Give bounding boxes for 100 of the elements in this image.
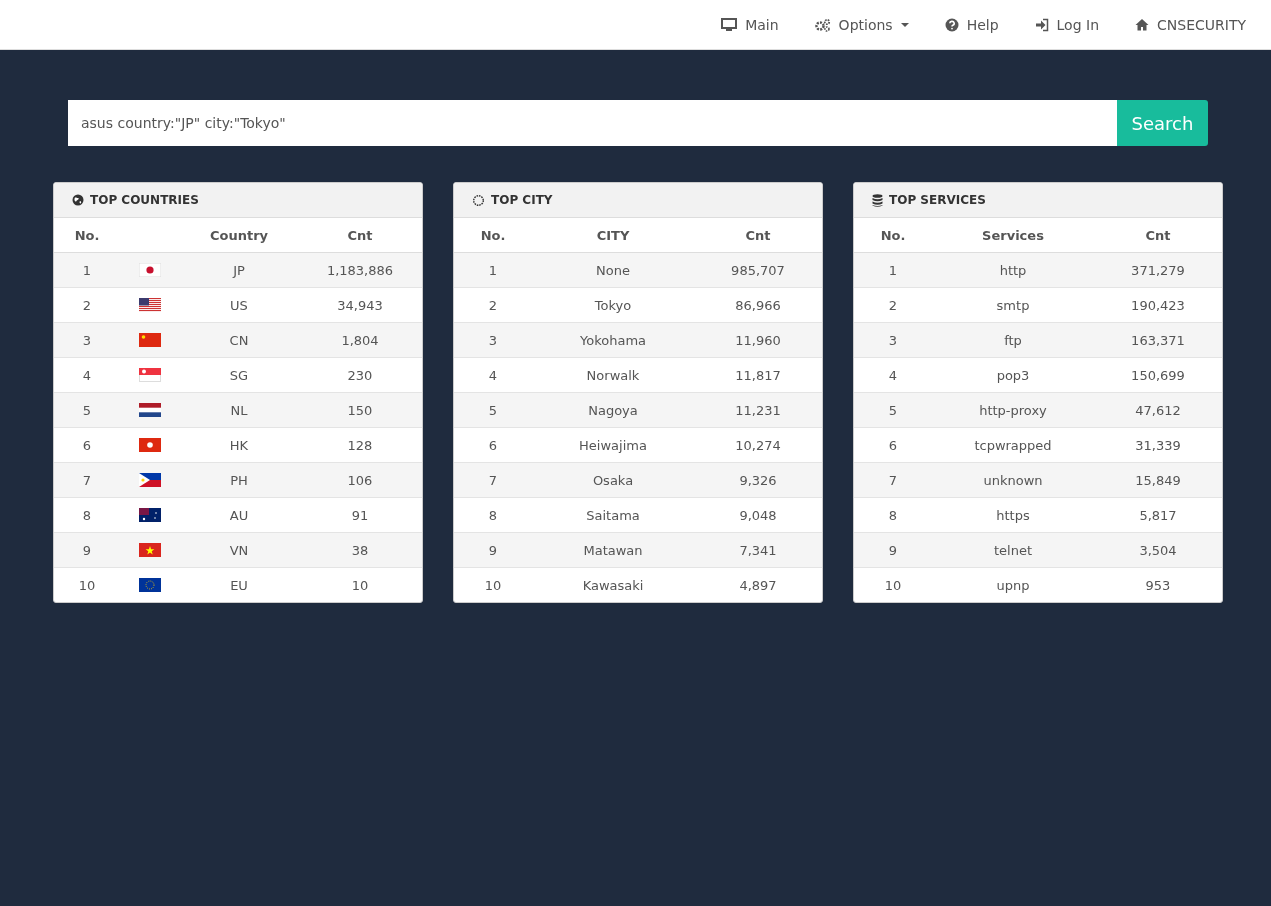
nav-link[interactable]: Main [706, 16, 794, 33]
table-cell-text: 128 [346, 437, 374, 453]
table-cell-text: Saitama [585, 507, 641, 523]
table-cell-text: Matawan [582, 542, 644, 558]
table-cell-text: upnp [995, 577, 1031, 593]
table-cell-text: Osaka [591, 472, 635, 488]
table-cell-text: 31,339 [1134, 437, 1182, 453]
table-cell-text: 91 [350, 507, 370, 523]
table-cell-text: 15,849 [1134, 472, 1182, 488]
table-cell-text: 163,371 [1130, 332, 1186, 348]
table-cell-text: 11,231 [734, 402, 782, 418]
column-header: No. [479, 227, 507, 243]
table-cell-text: http-proxy [978, 402, 1048, 418]
table-cell-text: EU [229, 577, 249, 593]
column-header: No. [879, 227, 907, 243]
table-cell-text: 6 [81, 437, 93, 453]
flag-icon [139, 263, 161, 277]
table-cell-text: 106 [346, 472, 374, 488]
table-cell-text: 10 [483, 577, 503, 593]
table-cell-text: https [995, 507, 1031, 523]
table-cell-text: VN [228, 542, 250, 558]
table-cell-text: 1 [887, 262, 899, 278]
nav-link[interactable]: Log In [1019, 16, 1115, 33]
table-cell-text: 4,897 [738, 577, 778, 593]
table-cell-text: 150 [346, 402, 374, 418]
table-cell-text: JP [231, 262, 246, 278]
table-cell-text: telnet [992, 542, 1033, 558]
table-cell-text: 7 [81, 472, 93, 488]
table-cell-text: Yokohama [579, 332, 647, 348]
table-cell-text: 3 [81, 332, 93, 348]
nav-link[interactable]: CNSECURITY [1120, 16, 1261, 33]
help-icon [944, 17, 959, 32]
table-cell-text: 3,504 [1138, 542, 1178, 558]
database-icon [872, 193, 883, 207]
table-cell-text: CN [228, 332, 250, 348]
nav-link[interactable]: Help [929, 16, 1014, 33]
flag-icon [139, 438, 161, 452]
table-cell-text: Heiwajima [578, 437, 648, 453]
table-cell-text: tcpwrapped [973, 437, 1053, 453]
column-header: CITY [595, 227, 631, 243]
search-field[interactable]: asus country:"JP" city:"Tokyo" [68, 100, 1117, 146]
table-cell-text: 5 [487, 402, 499, 418]
table-cell-text: 7 [487, 472, 499, 488]
table-cell-text: 3 [887, 332, 899, 348]
table-cell-text: 38 [350, 542, 370, 558]
table-cell-text: 230 [346, 367, 374, 383]
table-cell-text: pop3 [995, 367, 1031, 383]
table-cell-text: 11,960 [734, 332, 782, 348]
table-cell-text: 2 [81, 297, 93, 313]
flag-icon [139, 333, 161, 347]
table-cell-text: 985,707 [730, 262, 786, 278]
globe-icon [72, 194, 84, 206]
table-cell-text: ftp [1003, 332, 1023, 348]
table-cell-text: 4 [487, 367, 499, 383]
column-header: Cnt [1144, 227, 1172, 243]
table-cell-text: smtp [995, 297, 1031, 313]
table-cell-text: 4 [887, 367, 899, 383]
flag-icon [139, 298, 161, 312]
table-cell-text: http [998, 262, 1028, 278]
table-cell-text: 9,048 [738, 507, 778, 523]
table-cell-text: 5,817 [1138, 507, 1178, 523]
table-cell-text: 10,274 [734, 437, 782, 453]
table-cell-text: 10 [350, 577, 370, 593]
flag-icon [139, 403, 161, 417]
nav-link[interactable]: Options [799, 16, 924, 33]
table-cell-text: 9 [487, 542, 499, 558]
table-cell-text: 47,612 [1134, 402, 1182, 418]
table-cell-text: SG [228, 367, 250, 383]
table-cell-text: 9 [81, 542, 93, 558]
table-cell-text: HK [228, 437, 250, 453]
table-cell-text: 7 [887, 472, 899, 488]
table-cell-text: 8 [887, 507, 899, 523]
table-cell-text: Tokyo [593, 297, 633, 313]
table-cell-text: 9,326 [738, 472, 778, 488]
table-cell-text: 953 [1144, 577, 1172, 593]
table-cell-text: 10 [883, 577, 903, 593]
table-cell-text: 86,966 [734, 297, 782, 313]
table-cell-text: 6 [487, 437, 499, 453]
sun-icon [472, 193, 485, 207]
table-cell-text: None [595, 262, 631, 278]
table-cell-text: 150,699 [1130, 367, 1186, 383]
table-cell-text: 2 [487, 297, 499, 313]
table-cell-text: 4 [81, 367, 93, 383]
table-cell-text: 8 [81, 507, 93, 523]
table-cell-text: 1,183,886 [325, 262, 395, 278]
table-cell-text: 5 [81, 402, 93, 418]
table-cell-text: 34,943 [336, 297, 384, 313]
table-cell-text: PH [229, 472, 249, 488]
table-cell-text: 1 [487, 262, 499, 278]
column-header: Country [208, 227, 270, 243]
column-header: Cnt [744, 227, 772, 243]
table-cell-text: 6 [887, 437, 899, 453]
panel-title: TOP SERVICES [889, 193, 986, 207]
table-cell-text: 371,279 [1130, 262, 1186, 278]
table-cell-text: Kawasaki [581, 577, 645, 593]
table-cell-text: 5 [887, 402, 899, 418]
flag-icon [139, 473, 161, 487]
home-icon [1135, 18, 1150, 31]
table-cell-text: Nagoya [587, 402, 639, 418]
table-cell-text: 190,423 [1130, 297, 1186, 313]
